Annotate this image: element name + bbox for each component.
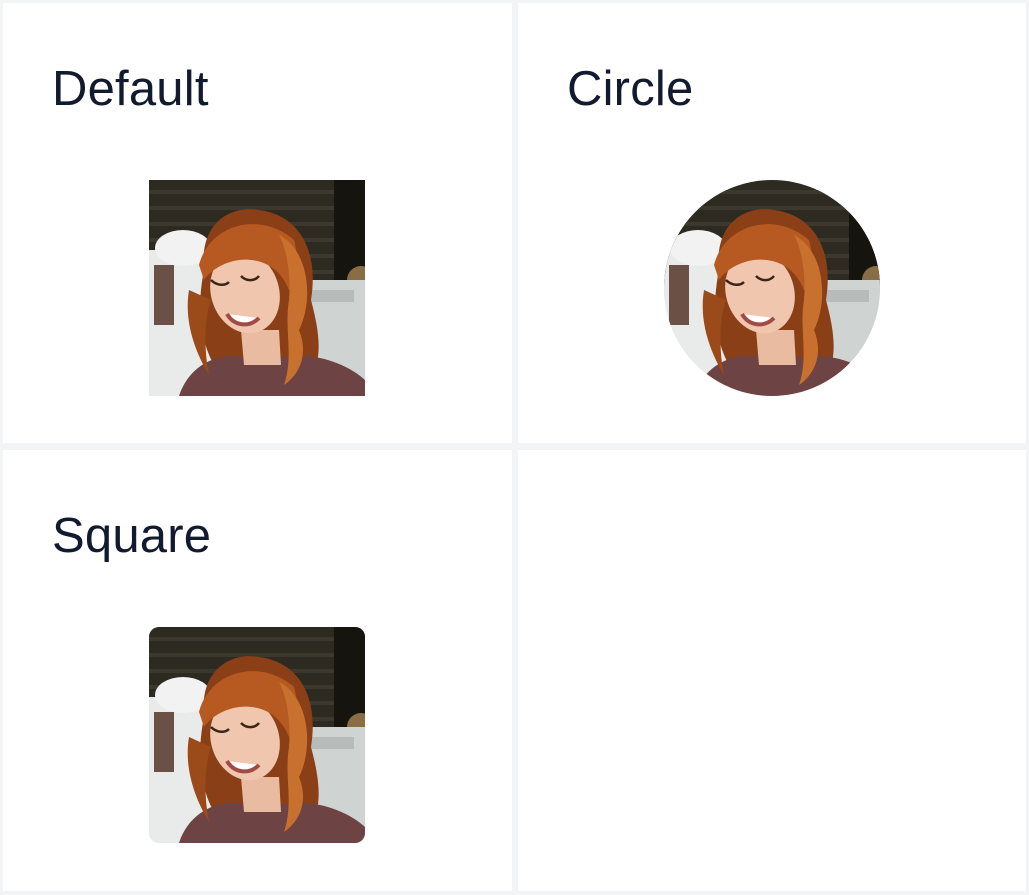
avatar-card-default: Default [3, 3, 512, 443]
portrait-photo [149, 180, 365, 396]
portrait-photo [664, 180, 880, 396]
avatar [149, 180, 365, 396]
card-title: Square [52, 509, 212, 563]
card-title: Default [52, 62, 209, 116]
avatar-variants-grid: Default Circle Square [0, 0, 1029, 895]
empty-card [518, 450, 1026, 891]
avatar [664, 180, 880, 396]
avatar-card-square: Square [3, 450, 512, 891]
portrait-photo [149, 627, 365, 843]
card-title: Circle [567, 62, 694, 116]
avatar [149, 627, 365, 843]
avatar-card-circle: Circle [518, 3, 1026, 443]
